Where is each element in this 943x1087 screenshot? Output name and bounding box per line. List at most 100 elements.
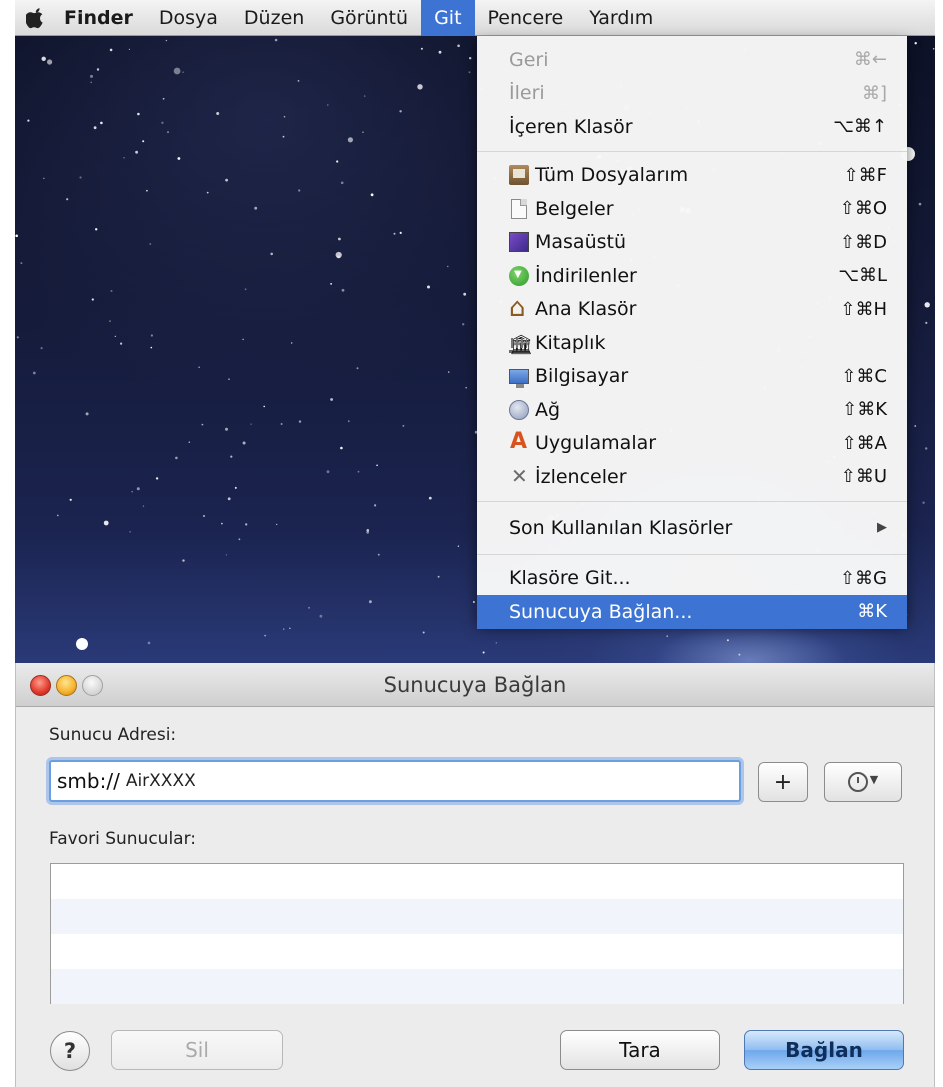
menu-item-recent-folders[interactable]: Son Kullanılan Klasörler ▶ [477, 509, 907, 547]
connect-button[interactable]: Bağlan [744, 1030, 904, 1070]
star [914, 425, 916, 427]
star [289, 627, 291, 629]
star [198, 366, 200, 368]
browse-button[interactable]: Tara [560, 1030, 720, 1070]
menu-item-shortcut: ⇧⌘K [842, 399, 887, 421]
star [326, 470, 330, 474]
menu-item-connect-to-server[interactable]: Sunucuya Bağlan... ⌘K [477, 595, 907, 629]
menu-item-home[interactable]: Ana Klasör ⇧⌘H [477, 293, 907, 327]
star [399, 110, 402, 113]
desktop-icon [509, 232, 529, 253]
star [462, 323, 465, 326]
menu-item-shortcut: ⇧⌘F [843, 164, 887, 186]
star [297, 80, 300, 82]
add-favorite-button[interactable]: + [758, 762, 808, 802]
star [282, 135, 285, 138]
connect-to-server-dialog: Sunucuya Bağlan Sunucu Adresi: smb:// Ai… [15, 663, 935, 1087]
star [114, 335, 116, 337]
star [175, 456, 178, 460]
menu-item-back[interactable]: Geri ⌘← [477, 43, 907, 77]
menu-item-label: Ağ [535, 398, 561, 421]
menu-item-applications[interactable]: Uygulamalar ⇧⌘A [477, 427, 907, 461]
apple-menu-icon[interactable] [21, 0, 51, 36]
menu-item-shortcut: ⇧⌘A [841, 432, 887, 454]
menu-item-label: Son Kullanılan Klasörler [509, 516, 733, 539]
menu-item-go-to-folder[interactable]: Klasöre Git... ⇧⌘G [477, 562, 907, 596]
star [100, 121, 103, 125]
star [43, 177, 45, 179]
list-item[interactable] [51, 969, 903, 1004]
star [298, 189, 301, 192]
menu-item-desktop[interactable]: Masaüstü ⇧⌘D [477, 226, 907, 260]
menu-item-downloads[interactable]: İndirilenler ⌥⌘L [477, 259, 907, 293]
star [457, 545, 460, 547]
list-item[interactable] [51, 934, 903, 969]
star [925, 321, 928, 324]
list-item[interactable] [51, 864, 903, 899]
menu-git[interactable]: Git [421, 0, 475, 36]
star [472, 601, 475, 603]
menu-item-shortcut: ⌘← [853, 49, 887, 71]
menu-item-shortcut: ⌘K [857, 601, 887, 623]
star [69, 498, 72, 501]
star [242, 441, 246, 445]
menu-item-label: Uygulamalar [535, 432, 657, 455]
menu-item-forward[interactable]: İleri ⌘] [477, 77, 907, 111]
server-address-input[interactable]: smb:// AirXXXX [49, 760, 741, 802]
star [363, 95, 366, 97]
menu-item-computer[interactable]: Bilgisayar ⇧⌘C [477, 360, 907, 394]
star [270, 252, 273, 256]
star [327, 104, 329, 106]
menu-yardim[interactable]: Yardım [576, 0, 666, 36]
menu-dosya[interactable]: Dosya [146, 0, 231, 36]
menu-item-library[interactable]: Kitaplık [477, 326, 907, 360]
menu-item-documents[interactable]: Belgeler ⇧⌘O [477, 192, 907, 226]
star [447, 265, 449, 268]
menu-item-all-my-files[interactable]: Tüm Dosyalarım ⇧⌘F [477, 159, 907, 193]
server-address-scheme: smb:// [57, 769, 120, 793]
dialog-title: Sunucuya Bağlan [383, 673, 567, 697]
star [438, 50, 442, 54]
list-item[interactable] [51, 899, 903, 934]
favorite-servers-list[interactable] [50, 863, 904, 1004]
menu-pencere[interactable]: Pencere [475, 0, 577, 36]
star [283, 115, 286, 118]
star [417, 84, 423, 90]
menu-item-enclosing-folder[interactable]: İçeren Klasör ⌥⌘↑ [477, 110, 907, 144]
star [347, 420, 350, 423]
menu-item-shortcut: ⌥⌘↑ [833, 116, 887, 138]
star [338, 237, 341, 241]
star [274, 38, 278, 42]
star [203, 515, 205, 517]
star [242, 338, 244, 341]
clock-icon [847, 772, 868, 792]
star [250, 423, 252, 425]
star [308, 606, 310, 609]
menu-finder[interactable]: Finder [51, 0, 146, 36]
menu-item-network[interactable]: Ağ ⇧⌘K [477, 393, 907, 427]
star [91, 298, 94, 301]
menu-duzen[interactable]: Düzen [231, 0, 317, 36]
menu-item-label: Sunucuya Bağlan... [509, 600, 693, 623]
star [225, 178, 229, 182]
star [335, 251, 342, 259]
star [206, 191, 209, 194]
help-button[interactable]: ? [50, 1031, 90, 1071]
menu-item-label: İzlenceler [535, 465, 627, 488]
star [110, 290, 113, 292]
star [244, 288, 247, 291]
menu-item-utilities[interactable]: İzlenceler ⇧⌘U [477, 460, 907, 494]
menu-goruntu[interactable]: Görüntü [317, 0, 421, 36]
star [362, 131, 364, 133]
star [918, 202, 922, 206]
recent-servers-button[interactable]: ▼ [824, 762, 902, 802]
star [263, 405, 265, 408]
star [298, 420, 302, 423]
star [225, 427, 228, 431]
star [234, 486, 237, 489]
star [123, 157, 125, 159]
star [227, 497, 231, 501]
submenu-arrow-icon: ▶ [877, 520, 887, 535]
remove-button[interactable]: Sil [111, 1030, 283, 1070]
library-icon [509, 333, 529, 353]
